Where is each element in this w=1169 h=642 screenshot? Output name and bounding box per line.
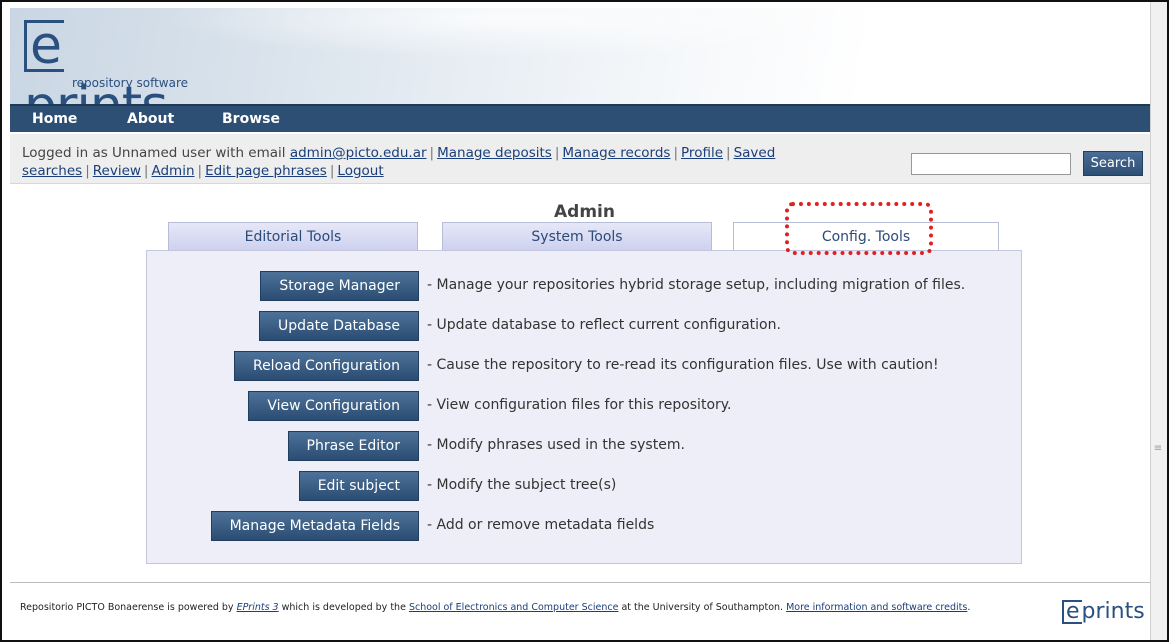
footer-credits: Repositorio PICTO Bonaerense is powered …: [20, 601, 1050, 615]
update-database-button[interactable]: Update Database: [259, 311, 419, 341]
eprints-link[interactable]: EPrints 3: [237, 602, 279, 613]
logo-word: eprints: [24, 16, 168, 104]
config-tools-panel: Storage Manager - Manage your repositori…: [146, 250, 1022, 564]
tool-row: Edit subject - Modify the subject tree(s…: [147, 471, 1023, 503]
manage-deposits-link[interactable]: Manage deposits: [437, 145, 552, 161]
page-title: Admin: [554, 202, 615, 222]
site-header: eprints repository software: [10, 8, 1150, 104]
edit-subject-button[interactable]: Edit subject: [298, 471, 419, 501]
tool-row: Reload Configuration - Cause the reposit…: [147, 351, 1023, 383]
search-input[interactable]: [911, 153, 1071, 175]
config-tools-highlight: [785, 202, 933, 255]
tool-row: View Configuration - View configuration …: [147, 391, 1023, 423]
footer-text-3: at the University of Southampton.: [618, 602, 787, 613]
tool-description: - Add or remove metadata fields: [427, 517, 655, 533]
tool-description: - View configuration files for this repo…: [427, 397, 732, 413]
footer-eprints-logo[interactable]: eprints: [1062, 599, 1145, 624]
manage-records-link[interactable]: Manage records: [562, 145, 670, 161]
footer-text-2: which is developed by the: [278, 602, 409, 613]
reload-configuration-button[interactable]: Reload Configuration: [233, 351, 419, 381]
tool-row: Phrase Editor - Modify phrases used in t…: [147, 431, 1023, 463]
footer-logo-e: e: [1062, 600, 1082, 624]
header-swoosh: [160, 8, 860, 58]
storage-manager-button[interactable]: Storage Manager: [260, 271, 419, 301]
tool-description: - Update database to reflect current con…: [427, 317, 781, 333]
search-button[interactable]: Search: [1083, 151, 1143, 176]
footer-text-1: Repositorio PICTO Bonaerense is powered …: [20, 602, 237, 613]
phrase-editor-button[interactable]: Phrase Editor: [287, 431, 419, 461]
logo-e-box: e: [24, 20, 64, 72]
logo-subtitle: repository software: [72, 76, 189, 90]
footer-text-4: .: [967, 602, 971, 613]
vertical-scrollbar[interactable]: ≡: [1150, 2, 1167, 640]
menu-home[interactable]: Home: [32, 111, 77, 127]
manage-metadata-fields-button[interactable]: Manage Metadata Fields: [210, 511, 419, 541]
edit-page-phrases-link[interactable]: Edit page phrases: [205, 163, 327, 179]
tab-system-tools[interactable]: System Tools: [442, 222, 712, 251]
tool-row: Manage Metadata Fields - Add or remove m…: [147, 511, 1023, 543]
menu-browse[interactable]: Browse: [222, 111, 280, 127]
tool-row: Storage Manager - Manage your repositori…: [147, 271, 1023, 303]
tool-row: Update Database - Update database to ref…: [147, 311, 1023, 343]
login-bar: Logged in as Unnamed user with email adm…: [10, 134, 1150, 184]
login-prefix: Logged in as Unnamed user with email: [22, 145, 286, 161]
eprints-link-text: EPrints 3: [236, 602, 279, 613]
tool-description: - Manage your repositories hybrid storag…: [427, 277, 966, 293]
credits-link[interactable]: More information and software credits: [786, 602, 967, 613]
tool-description: - Modify the subject tree(s): [427, 477, 617, 493]
profile-link[interactable]: Profile: [681, 145, 723, 161]
login-status: Logged in as Unnamed user with email adm…: [22, 145, 776, 179]
view-configuration-button[interactable]: View Configuration: [248, 391, 419, 421]
main-menu: Home About Browse: [10, 104, 1150, 132]
review-link[interactable]: Review: [93, 163, 141, 179]
admin-link[interactable]: Admin: [151, 163, 194, 179]
logout-link[interactable]: Logout: [337, 163, 383, 179]
login-email-link[interactable]: admin@picto.edu.ar: [290, 145, 427, 161]
site-footer: Repositorio PICTO Bonaerense is powered …: [10, 582, 1150, 634]
tab-editorial-tools[interactable]: Editorial Tools: [168, 222, 418, 251]
footer-logo-text: prints: [1081, 599, 1145, 624]
scroll-grip-icon[interactable]: ≡: [1153, 442, 1163, 456]
tool-description: - Modify phrases used in the system.: [427, 437, 685, 453]
ecs-link[interactable]: School of Electronics and Computer Scien…: [409, 602, 619, 613]
menu-about[interactable]: About: [127, 111, 174, 127]
tool-description: - Cause the repository to re-read its co…: [427, 357, 939, 373]
